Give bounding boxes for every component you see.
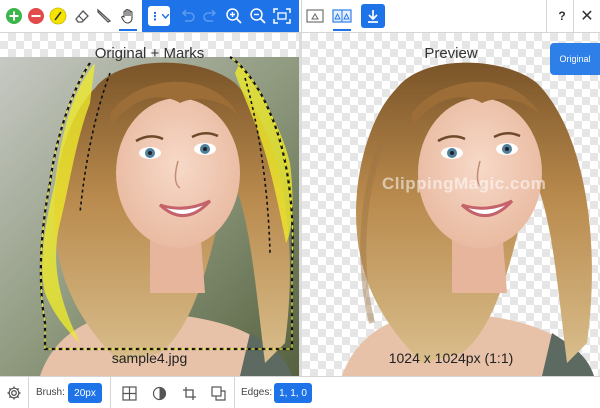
original-panel-title: Original + Marks [94, 45, 205, 62]
dropdown-symbol: ⋮ [149, 10, 161, 23]
brush-label: Brush: [36, 387, 65, 398]
clipping-editor: ⋮ ? ✕ Original + Marks sample4.jpg Previ… [0, 0, 600, 408]
shadow-icon [210, 385, 226, 401]
scalpel-button[interactable] [92, 4, 116, 28]
toolbar-separator [28, 377, 29, 408]
eraser-button[interactable] [70, 4, 94, 28]
scalpel-icon [97, 8, 112, 23]
download-button[interactable] [361, 4, 385, 28]
grid-icon [121, 385, 137, 401]
toolbar-separator [546, 0, 547, 32]
help-label: ? [558, 9, 566, 23]
half-circle-icon [152, 386, 166, 400]
original-photo [0, 56, 299, 376]
edges-setting-button[interactable]: 1, 1, 0 [274, 383, 312, 403]
chevron-down-icon [161, 13, 169, 19]
remove-marker-button[interactable] [24, 4, 48, 28]
dimensions-label: 1024 x 1024px (1:1) [388, 350, 514, 366]
preview-photo [342, 62, 594, 376]
show-original-button[interactable]: Original [550, 43, 600, 75]
gear-icon [7, 386, 21, 400]
undo-button[interactable] [176, 4, 200, 28]
view-controls-group: ⋮ [142, 0, 299, 32]
side-by-side-icon [332, 9, 352, 23]
selected-tool-indicator [119, 29, 137, 31]
hair-brush-icon [49, 7, 67, 25]
redo-icon [203, 9, 217, 22]
help-button[interactable]: ? [550, 4, 574, 28]
zoom-out-button[interactable] [246, 4, 270, 28]
fit-to-screen-button[interactable] [270, 4, 294, 28]
toolbar-separator [110, 377, 111, 408]
pan-hand-button[interactable] [116, 4, 140, 31]
view-dropdown[interactable]: ⋮ [148, 6, 170, 26]
minus-circle-icon [28, 8, 44, 24]
settings-button[interactable] [4, 383, 24, 403]
plus-circle-icon [6, 8, 22, 24]
toolbar-separator [234, 377, 235, 408]
brush-size-button[interactable]: 20px [68, 383, 102, 403]
close-icon: ✕ [580, 8, 594, 25]
grid-view-button[interactable] [119, 383, 139, 403]
undo-icon [181, 9, 195, 22]
eraser-icon [75, 10, 89, 23]
side-by-side-view-button[interactable] [330, 4, 354, 31]
shadow-button[interactable] [208, 383, 228, 403]
top-toolbar: ⋮ ? ✕ [0, 0, 600, 33]
single-view-icon [306, 9, 324, 23]
edges-label: Edges: [241, 387, 273, 398]
contrast-button[interactable] [149, 383, 169, 403]
zoom-out-icon [250, 8, 266, 24]
watermark-text: ClippingMagic.com [382, 174, 547, 193]
original-panel[interactable]: Original + Marks sample4.jpg [0, 33, 299, 376]
download-icon [368, 10, 378, 23]
close-button[interactable]: ✕ [575, 4, 599, 28]
crop-icon [182, 386, 196, 400]
toolbar-separator [573, 0, 574, 32]
filename-label: sample4.jpg [111, 350, 188, 366]
hand-icon [121, 8, 133, 24]
hair-brush-button[interactable] [46, 4, 70, 28]
toolbar-separator [301, 0, 302, 32]
bottom-toolbar: Brush: 20px Edges: 1, 1, 0 [0, 376, 600, 408]
selected-view-indicator [333, 29, 351, 31]
redo-button[interactable] [198, 4, 222, 28]
add-keep-marker-button[interactable] [2, 4, 26, 28]
zoom-in-icon [226, 8, 242, 24]
fit-screen-icon [273, 8, 291, 24]
zoom-in-button[interactable] [222, 4, 246, 28]
single-view-button[interactable] [303, 4, 327, 28]
crop-button[interactable] [179, 383, 199, 403]
preview-panel[interactable]: Preview ClippingMagic.com Original 1024 … [302, 33, 600, 376]
